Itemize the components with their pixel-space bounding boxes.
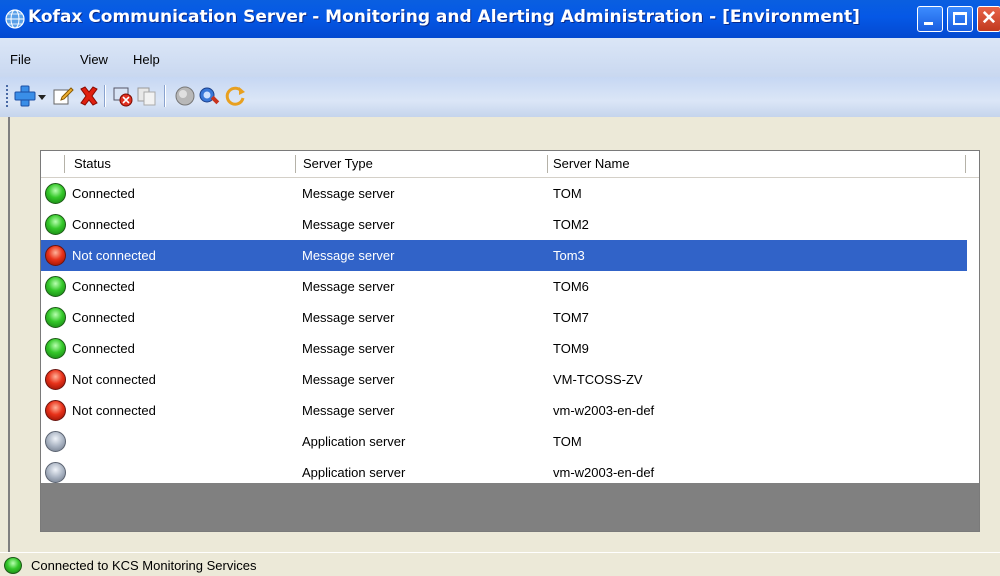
globe-icon <box>5 9 25 29</box>
table-row[interactable]: Not connected Message server vm-w2003-en-d… <box>41 395 967 426</box>
connected-status-icon <box>4 557 22 574</box>
connected-status-icon <box>45 183 66 204</box>
cell-server-type: Message server <box>302 279 395 294</box>
connected-status-icon <box>45 307 66 328</box>
column-header-status[interactable]: Status <box>68 151 111 177</box>
cell-server-type: Message server <box>302 310 395 325</box>
cell-status: Not connected <box>72 403 156 418</box>
toolbar-grip[interactable] <box>6 85 11 107</box>
cell-server-type: Message server <box>302 248 395 263</box>
title-bar[interactable]: Kofax Communication Server - Monitoring … <box>0 0 1000 38</box>
column-divider[interactable] <box>295 155 296 173</box>
table-row[interactable]: Connected Message server TOM7 <box>41 302 967 333</box>
cell-server-name: TOM <box>553 434 582 449</box>
cell-server-type: Message server <box>302 403 395 418</box>
toolbar-separator <box>104 85 106 107</box>
cell-server-type: Message server <box>302 341 395 356</box>
maximize-icon <box>953 12 967 25</box>
toolbar <box>0 77 1000 117</box>
cell-server-type: Message server <box>302 217 395 232</box>
status-bar: Connected to KCS Monitoring Services <box>0 552 1000 576</box>
close-button[interactable]: ✕ <box>977 6 1000 32</box>
server-list[interactable]: Status Server Type Server Name Connected… <box>40 150 980 532</box>
list-header: Status Server Type Server Name <box>41 151 979 178</box>
cell-server-name: Tom3 <box>553 248 585 263</box>
cell-server-name: VM-TCOSS-ZV <box>553 372 643 387</box>
cell-status: Connected <box>72 186 135 201</box>
disconnected-status-icon <box>45 245 66 266</box>
cell-status: Connected <box>72 217 135 232</box>
search-server-icon[interactable] <box>196 83 222 109</box>
cell-server-type: Message server <box>302 372 395 387</box>
table-row[interactable]: Connected Message server TOM <box>41 178 967 209</box>
column-divider[interactable] <box>64 155 65 173</box>
cell-server-name: TOM <box>553 186 582 201</box>
table-row[interactable]: Application server TOM <box>41 426 967 457</box>
edit-icon[interactable] <box>50 83 76 109</box>
cell-server-name: TOM2 <box>553 217 589 232</box>
table-row[interactable]: Not connected Message server VM-TCOSS-ZV <box>41 364 967 395</box>
toolbar-separator <box>164 85 166 107</box>
server-icon[interactable] <box>172 83 198 109</box>
status-text: Connected to KCS Monitoring Services <box>31 558 257 573</box>
maximize-button[interactable] <box>947 6 973 32</box>
menu-file[interactable]: File <box>10 52 31 67</box>
disconnected-status-icon <box>45 369 66 390</box>
menu-help[interactable]: Help <box>133 52 160 67</box>
column-divider[interactable] <box>965 155 966 173</box>
add-plus-icon[interactable] <box>12 83 38 109</box>
cell-status: Connected <box>72 310 135 325</box>
disconnected-status-icon <box>45 400 66 421</box>
close-icon: ✕ <box>981 8 997 29</box>
dropdown-arrow-icon[interactable] <box>36 83 48 109</box>
column-header-server-type[interactable]: Server Type <box>297 151 373 177</box>
menu-view[interactable]: View <box>80 52 108 67</box>
menu-bar: File View Help <box>0 38 1000 77</box>
cell-server-name: TOM9 <box>553 341 589 356</box>
minimize-icon <box>924 22 933 25</box>
cell-server-name: vm-w2003-en-def <box>553 403 655 418</box>
minimize-button[interactable] <box>917 6 943 32</box>
connected-status-icon <box>45 338 66 359</box>
cell-status: Not connected <box>72 248 156 263</box>
column-header-server-name[interactable]: Server Name <box>547 151 630 177</box>
cell-server-type: Application server <box>302 434 406 449</box>
unknown-status-icon <box>45 462 66 483</box>
cell-server-type: Message server <box>302 186 395 201</box>
table-row[interactable]: Connected Message server TOM2 <box>41 209 967 240</box>
cell-server-name: TOM6 <box>553 279 589 294</box>
cell-status: Not connected <box>72 372 156 387</box>
table-row[interactable]: Connected Message server TOM9 <box>41 333 967 364</box>
connected-status-icon <box>45 214 66 235</box>
main-panel: Status Server Type Server Name Connected… <box>8 117 1000 552</box>
cell-status: Connected <box>72 279 135 294</box>
cell-server-name: TOM7 <box>553 310 589 325</box>
connected-status-icon <box>45 276 66 297</box>
cell-status: Connected <box>72 341 135 356</box>
list-empty-area <box>41 483 979 531</box>
table-row[interactable]: Connected Message server TOM6 <box>41 271 967 302</box>
table-row[interactable]: Not connected Message server Tom3 <box>41 240 967 271</box>
delete-x-icon[interactable] <box>76 83 102 109</box>
disconnect-icon[interactable] <box>110 83 136 109</box>
unknown-status-icon <box>45 431 66 452</box>
copy-icon[interactable] <box>134 83 160 109</box>
refresh-icon[interactable] <box>222 83 248 109</box>
window-title: Kofax Communication Server - Monitoring … <box>28 7 860 27</box>
